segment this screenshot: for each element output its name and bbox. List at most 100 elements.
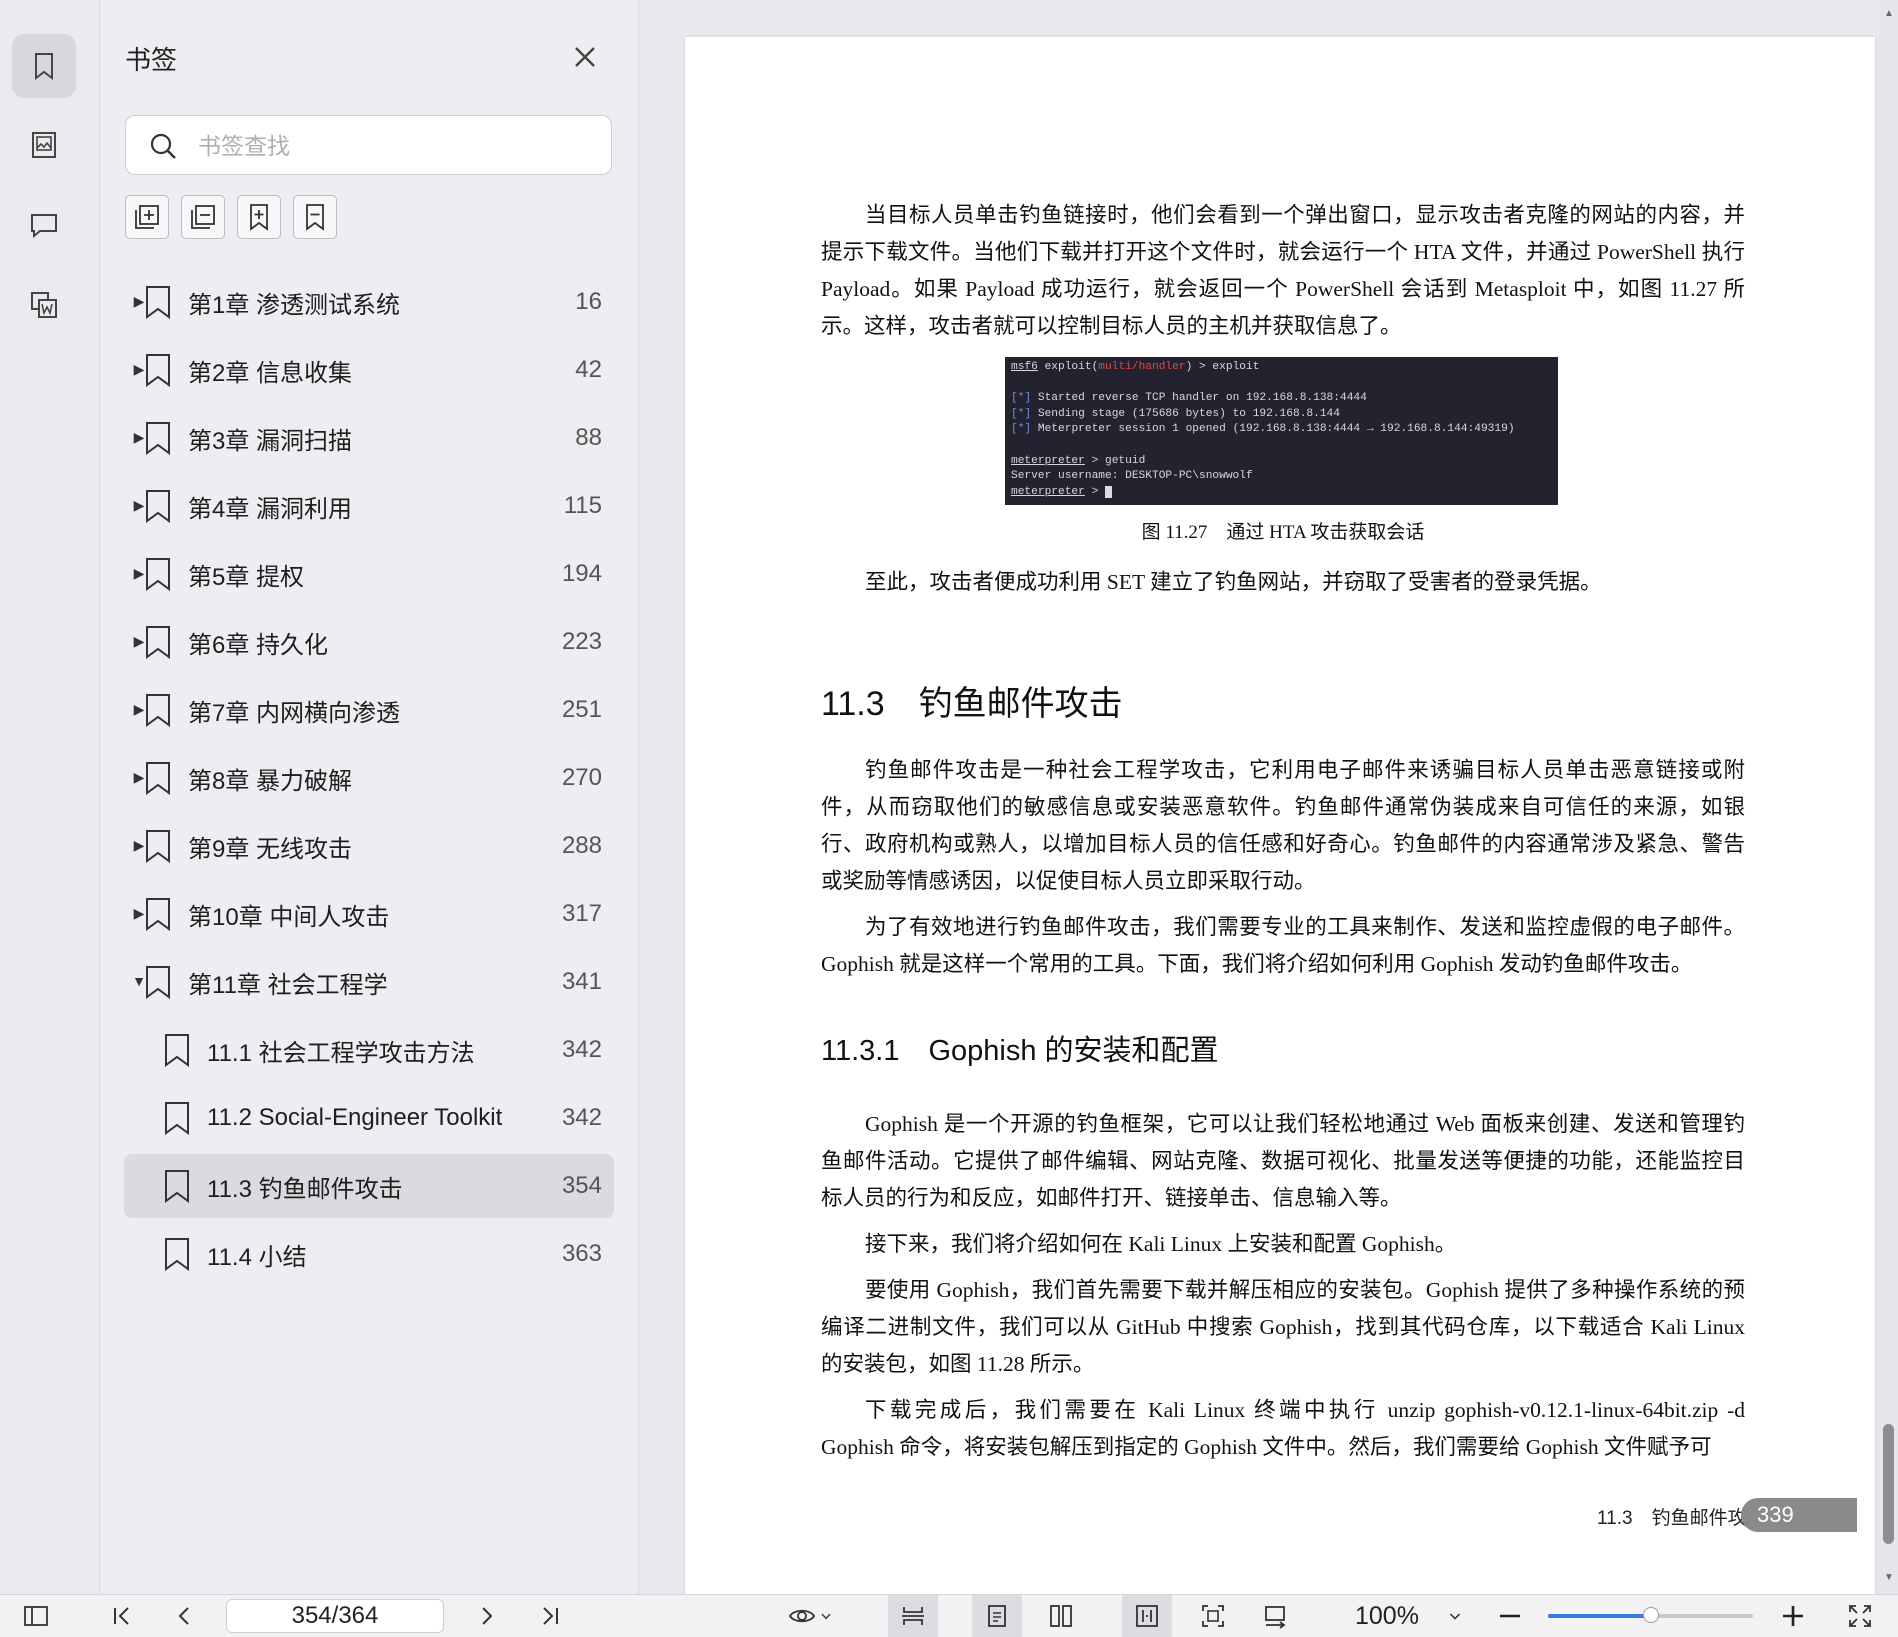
bookmark-search-input[interactable] xyxy=(196,126,580,166)
remove-bookmark-button[interactable] xyxy=(293,195,337,239)
bookmark-remove-icon xyxy=(306,204,324,231)
bookmark-page-number: 16 xyxy=(575,288,602,315)
page-number-badge: 339 xyxy=(1741,1498,1857,1532)
zoom-dropdown-button[interactable] xyxy=(1440,1595,1470,1637)
close-icon[interactable] xyxy=(570,42,600,72)
view-mode-button[interactable] xyxy=(778,1595,842,1637)
bookmark-item[interactable]: ▶ 第10章 中间人攻击 317 xyxy=(124,882,614,946)
bookmark-item[interactable]: 11.4 小结 363 xyxy=(124,1222,614,1286)
last-page-icon xyxy=(543,1607,558,1625)
fit-width-icon xyxy=(1136,1605,1158,1627)
bookmark-item[interactable]: ▶ 第1章 渗透测试系统 16 xyxy=(124,270,614,334)
bookmark-label: 第6章 持久化 xyxy=(188,631,329,659)
bookmark-page-number: 342 xyxy=(561,1036,602,1063)
first-page-button[interactable] xyxy=(100,1595,144,1637)
thumbnails-tab[interactable] xyxy=(12,113,76,177)
bookmark-icon xyxy=(144,489,172,523)
previous-page-button[interactable] xyxy=(163,1595,207,1637)
bookmark-icon xyxy=(163,1101,191,1135)
bookmark-page-number: 88 xyxy=(575,424,602,451)
bookmark-page-number: 341 xyxy=(561,968,602,995)
expand-all-button[interactable] xyxy=(125,195,169,239)
toggle-sidebar-button[interactable] xyxy=(14,1595,58,1637)
zoom-slider[interactable] xyxy=(1548,1607,1753,1623)
continuous-scroll-button[interactable] xyxy=(888,1595,938,1637)
fullscreen-button[interactable] xyxy=(1838,1595,1882,1637)
bookmark-item[interactable]: ▼ 第11章 社会工程学 341 xyxy=(124,950,614,1014)
bookmark-icon xyxy=(144,693,172,727)
bookmark-item[interactable]: ▶ 第7章 内网横向渗透 251 xyxy=(124,678,614,742)
zoom-in-button[interactable] xyxy=(1773,1595,1813,1637)
bookmark-icon xyxy=(144,897,172,931)
rotate-button[interactable] xyxy=(1250,1595,1300,1637)
eye-icon xyxy=(788,1609,816,1623)
bookmark-page-number: 115 xyxy=(563,492,602,519)
bookmark-label: 11.4 小结 xyxy=(207,1243,307,1271)
fit-page-button[interactable] xyxy=(1188,1595,1238,1637)
chevron-left-icon xyxy=(178,1607,189,1625)
single-page-icon xyxy=(988,1605,1006,1627)
fit-width-button[interactable] xyxy=(1122,1595,1172,1637)
word-export-tab[interactable] xyxy=(12,273,76,337)
bookmark-item[interactable]: ▶ 第8章 暴力破解 270 xyxy=(124,746,614,810)
chevron-down-icon xyxy=(1449,1613,1461,1620)
collapse-all-button[interactable] xyxy=(181,195,225,239)
zoom-level[interactable]: 100% xyxy=(1355,1595,1419,1637)
bookmark-page-number: 270 xyxy=(561,764,602,791)
next-page-button[interactable] xyxy=(464,1595,508,1637)
bookmark-label: 11.1 社会工程学攻击方法 xyxy=(207,1039,475,1067)
search-icon xyxy=(150,133,176,159)
vertical-scrollbar[interactable]: ▲ ▼ xyxy=(1879,0,1898,1594)
bookmark-icon xyxy=(144,829,172,863)
fit-page-icon xyxy=(1202,1605,1224,1627)
bookmark-item[interactable]: ▶ 第3章 漏洞扫描 88 xyxy=(124,406,614,470)
bookmark-label: 第7章 内网横向渗透 xyxy=(188,699,401,727)
two-page-button[interactable] xyxy=(1036,1595,1086,1637)
zoom-out-button[interactable] xyxy=(1490,1595,1530,1637)
image-icon xyxy=(32,132,56,158)
paragraph: 至此，攻击者便成功利用 SET 建立了钓鱼网站，并窃取了受害者的登录凭据。 xyxy=(865,570,1602,594)
document-view[interactable]: 当目标人员单击钓鱼链接时，他们会看到一个弹出窗口，显示攻击者克隆的网站的内容，并… xyxy=(639,0,1879,1597)
zoom-slider-knob[interactable] xyxy=(1642,1607,1659,1623)
bookmark-label: 第8章 暴力破解 xyxy=(188,767,353,795)
bookmark-item[interactable]: ▶ 第5章 提权 194 xyxy=(124,542,614,606)
bookmark-panel: 书签 ▶第1章 渗透测试系统16▶第2章 信息收集42▶第3章 漏洞扫描88▶第… xyxy=(100,0,639,1594)
bookmark-item[interactable]: ▶ 第6章 持久化 223 xyxy=(124,610,614,674)
bookmark-page-number: 288 xyxy=(561,832,602,859)
bookmark-item[interactable]: 11.1 社会工程学攻击方法 342 xyxy=(124,1018,614,1082)
bookmark-label: 第4章 漏洞利用 xyxy=(188,495,353,523)
bookmark-label: 第5章 提权 xyxy=(188,563,305,591)
bookmark-icon xyxy=(163,1169,191,1203)
bookmark-item[interactable]: 11.2 Social-Engineer Toolkit 342 xyxy=(124,1086,614,1150)
last-page-button[interactable] xyxy=(528,1595,572,1637)
bookmark-add-icon xyxy=(250,204,268,231)
bookmark-label: 11.2 Social-Engineer Toolkit xyxy=(207,1104,503,1131)
sidebar-icon xyxy=(24,1606,48,1626)
bookmark-item[interactable]: 11.3 钓鱼邮件攻击 354 xyxy=(124,1154,614,1218)
terminal-screenshot: msf6 exploit(multi/handler) > exploit [*… xyxy=(1005,357,1558,505)
subsection-heading: 11.3.1 Gophish 的安装和配置 xyxy=(821,1035,1219,1067)
page-number-input[interactable]: 354/364 xyxy=(226,1599,444,1633)
zoom-slider-fill xyxy=(1548,1614,1651,1618)
add-bookmark-button[interactable] xyxy=(237,195,281,239)
bookmark-page-number: 363 xyxy=(561,1240,602,1267)
bookmarks-tab[interactable] xyxy=(12,34,76,98)
bookmark-icon xyxy=(144,557,172,591)
scrollbar-thumb[interactable] xyxy=(1883,1424,1894,1544)
bookmark-label: 第10章 中间人攻击 xyxy=(188,903,390,931)
comments-tab[interactable] xyxy=(12,193,76,257)
rotate-icon xyxy=(1265,1606,1286,1629)
bookmark-page-number: 317 xyxy=(561,900,602,927)
bookmark-icon xyxy=(144,353,172,387)
bookmark-label: 第9章 无线攻击 xyxy=(188,835,353,863)
scroll-up-icon[interactable]: ▲ xyxy=(1884,8,1894,19)
bookmark-item[interactable]: ▶ 第4章 漏洞利用 115 xyxy=(124,474,614,538)
bookmark-item[interactable]: ▶ 第2章 信息收集 42 xyxy=(124,338,614,402)
bookmark-item[interactable]: ▶ 第9章 无线攻击 288 xyxy=(124,814,614,878)
bookmark-list: ▶ 第1章 渗透测试系统 16 ▶ 第2章 信息收集 42 ▶ 第3章 漏洞扫描 88 ▶ 第4章 … xyxy=(124,270,614,1290)
single-page-button[interactable] xyxy=(972,1595,1022,1637)
comment-icon xyxy=(31,214,57,239)
chevron-right-icon xyxy=(482,1607,493,1625)
bookmark-page-number: 194 xyxy=(561,560,602,587)
scroll-down-icon[interactable]: ▼ xyxy=(1884,1572,1894,1583)
